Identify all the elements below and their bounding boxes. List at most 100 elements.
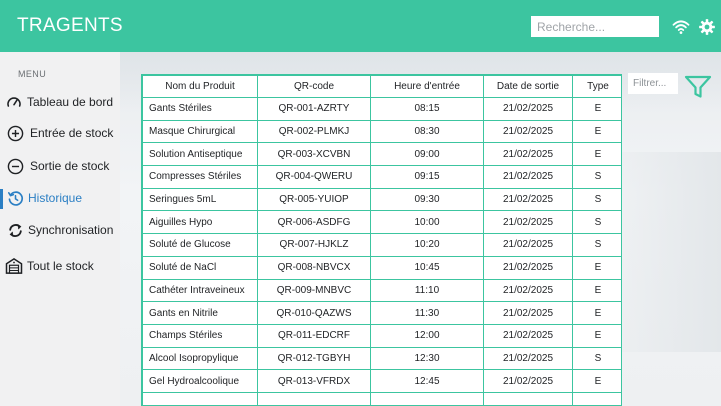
sidebar-item-historique[interactable]: Historique [6,185,126,211]
cell-exit-date: 21/02/2025 [483,255,573,280]
table-row[interactable]: Soluté de Glucose QR-007-HJKLZ 10:20 21/02/… [142,233,621,257]
cell-exit-date: 21/02/2025 [483,278,573,303]
table-row[interactable]: Gants Stériles QR-001-AZRTY 08:15 21/02/202… [142,97,621,121]
wifi-icon[interactable] [672,18,690,36]
cell-qr-code: QR-012-TGBYH [257,346,371,371]
cell-exit-date: 21/02/2025 [483,323,573,348]
filter-funnel-icon[interactable] [684,74,712,100]
cell-product-name: Solution Antiseptique [142,142,258,167]
cell-exit-date: 21/02/2025 [483,165,573,189]
top-header: TRAGENTS [0,0,721,52]
cell-entry-time: 10:45 [370,255,484,280]
cell-entry-time: 12:00 [370,323,484,348]
cell-qr-code: QR-008-NBVCX [257,255,371,280]
sidebar-item-entree-de-stock[interactable]: Entrée de stock [6,120,126,146]
cell-product-name: Gants en Nitrile [142,301,258,325]
cell-type: E [572,255,621,280]
cell-entry-time: 11:30 [370,301,484,325]
cell-type: E [572,323,621,348]
cell-entry-time: 08:30 [370,119,484,144]
cell-qr-code: QR-002-PLMKJ [257,119,371,144]
cell-exit-date: 21/02/2025 [483,119,573,144]
table-header-row: Nom du Produit QR-code Heure d'entrée Da… [142,75,621,98]
table-row[interactable]: Aiguilles Hypo QR-006-ASDFG 10:00 21/02/202… [142,210,621,235]
cell-product-name: Gants Stériles [142,97,258,121]
cell-empty [483,391,573,405]
cell-product-name: Soluté de NaCl [142,255,258,280]
column-header-exit-date[interactable]: Date de sortie [483,75,573,98]
column-header-qrcode[interactable]: QR-code [257,75,371,98]
cell-entry-time: 11:10 [370,278,484,303]
cell-product-name: Compresses Stériles [142,165,258,189]
plus-circle-icon [6,124,24,142]
table-row[interactable]: Gel Hydroalcoolique QR-013-VFRDX 12:45 21/0… [142,369,621,393]
sidebar-item-sortie-de-stock[interactable]: Sortie de stock [6,153,126,179]
cell-entry-time: 09:00 [370,142,484,167]
sidebar-item-label: Tableau de bord [27,95,114,109]
history-icon [6,189,24,207]
table-row[interactable]: Seringues 5mL QR-005-YUIOP 09:30 21/02/2025… [142,187,621,212]
column-header-product[interactable]: Nom du Produit [142,75,258,98]
table-row[interactable]: Soluté de NaCl QR-008-NBVCX 10:45 21/02/202… [142,255,621,280]
cell-qr-code: QR-007-HJKLZ [257,233,371,257]
table-row[interactable]: Alcool Isopropylique QR-012-TGBYH 12:30 21/… [142,346,621,371]
cell-empty [142,391,258,405]
cell-empty [572,391,621,405]
cell-qr-code: QR-004-QWERU [257,165,371,189]
table-row[interactable]: Masque Chirurgical QR-002-PLMKJ 08:30 21/02… [142,119,621,144]
cell-empty [370,391,484,405]
filter-input[interactable] [628,73,678,94]
cell-type: S [572,165,621,189]
table-row[interactable]: Compresses Stériles QR-004-QWERU 09:15 21/0… [142,165,621,189]
table-row[interactable]: Champs Stériles QR-011-EDCRF 12:00 21/02/20… [142,323,621,348]
search-input[interactable] [531,16,659,37]
cell-exit-date: 21/02/2025 [483,301,573,325]
cell-product-name: Alcool Isopropylique [142,346,258,371]
cell-type: E [572,369,621,393]
cell-qr-code: QR-009-MNBVC [257,278,371,303]
cell-type: S [572,346,621,371]
cell-qr-code: QR-011-EDCRF [257,323,371,348]
table-row[interactable]: Solution Antiseptique QR-003-XCVBN 09:00 21… [142,142,621,167]
cell-product-name: Soluté de Glucose [142,233,258,257]
cell-type: E [572,278,621,303]
cell-product-name: Seringues 5mL [142,187,258,212]
cell-empty [257,391,371,405]
table-row[interactable]: Gants en Nitrile QR-010-QAZWS 11:30 21/02/2… [142,301,621,325]
table-row-empty [142,391,621,405]
active-indicator [0,189,3,209]
cell-qr-code: QR-013-VFRDX [257,369,371,393]
cell-entry-time: 10:20 [370,233,484,257]
column-header-entry-time[interactable]: Heure d'entrée [370,75,484,98]
cell-entry-time: 12:45 [370,369,484,393]
cell-entry-time: 10:00 [370,210,484,235]
column-header-type[interactable]: Type [572,75,621,98]
cell-product-name: Champs Stériles [142,323,258,348]
cell-type: S [572,210,621,235]
cell-exit-date: 21/02/2025 [483,187,573,212]
sidebar-item-tableau-de-bord[interactable]: Tableau de bord [5,89,125,115]
cell-entry-time: 09:15 [370,165,484,189]
sidebar-item-label: Historique [28,191,83,205]
sidebar-item-label: Tout le stock [27,259,94,273]
cell-qr-code: QR-001-AZRTY [257,97,371,121]
cell-type: E [572,301,621,325]
history-table: Nom du Produit QR-code Heure d'entrée Da… [142,75,621,405]
cell-type: E [572,142,621,167]
sidebar-item-label: Sortie de stock [30,159,110,173]
cell-product-name: Gel Hydroalcoolique [142,369,258,393]
sync-icon [6,221,24,239]
cell-exit-date: 21/02/2025 [483,210,573,235]
cell-exit-date: 21/02/2025 [483,97,573,121]
cell-type: E [572,119,621,144]
cell-entry-time: 12:30 [370,346,484,371]
cell-exit-date: 21/02/2025 [483,233,573,257]
cell-qr-code: QR-006-ASDFG [257,210,371,235]
cell-exit-date: 21/02/2025 [483,369,573,393]
sidebar-item-synchronisation[interactable]: Synchronisation [6,217,126,243]
cell-entry-time: 08:15 [370,97,484,121]
sidebar-item-tout-le-stock[interactable]: Tout le stock [5,253,125,279]
gear-icon[interactable] [698,18,716,36]
app-title: TRAGENTS [17,15,123,36]
table-row[interactable]: Cathéter Intraveineux QR-009-MNBVC 11:10 21… [142,278,621,303]
